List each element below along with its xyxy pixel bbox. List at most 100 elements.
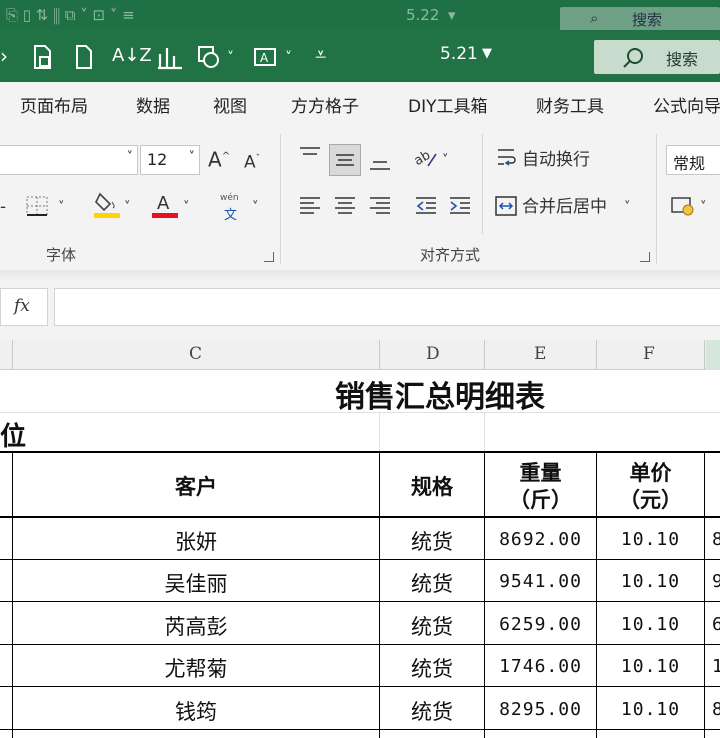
- header-weight-unit[interactable]: （斤）: [485, 484, 596, 514]
- chevron-down-icon[interactable]: ˅: [124, 198, 131, 218]
- header-price[interactable]: 单价: [597, 457, 704, 487]
- align-left-icon[interactable]: [298, 194, 322, 218]
- cell-customer[interactable]: 钱筠: [13, 696, 379, 726]
- sheet-title[interactable]: 销售汇总明细表: [260, 372, 620, 416]
- version-chevron-icon[interactable]: ▼: [482, 46, 492, 61]
- number-format-value: 常规: [673, 154, 706, 173]
- header-customer[interactable]: 客户: [13, 471, 379, 501]
- chevron-down-icon[interactable]: ˅: [58, 198, 65, 218]
- fill-color-icon[interactable]: [92, 190, 122, 220]
- orientation-icon[interactable]: ab: [412, 146, 440, 170]
- tab-page-layout[interactable]: 页面布局: [20, 92, 88, 117]
- arrow-icon[interactable]: ‐: [0, 197, 6, 217]
- chart-icon[interactable]: [156, 44, 184, 70]
- increase-font-icon[interactable]: A^: [208, 147, 230, 170]
- cell-spec[interactable]: 统货: [380, 696, 484, 726]
- search-box[interactable]: 搜索: [594, 40, 720, 74]
- cell-weight[interactable]: 9541.00: [485, 571, 596, 592]
- new-file-icon[interactable]: [74, 44, 94, 70]
- tab-formula-wizard[interactable]: 公式向导: [653, 92, 720, 117]
- align-center-icon[interactable]: [333, 194, 357, 218]
- chevron-down-icon[interactable]: ˅: [700, 198, 707, 218]
- tab-fangfang[interactable]: 方方格子: [291, 92, 359, 117]
- tab-data[interactable]: 数据: [136, 92, 170, 117]
- cell-price[interactable]: 10.10: [597, 699, 704, 720]
- cell-spec[interactable]: 统货: [380, 526, 484, 556]
- number-format-combo[interactable]: 常规: [666, 145, 720, 175]
- chevron-down-icon[interactable]: ˅: [442, 151, 449, 171]
- borders-icon[interactable]: [24, 193, 52, 219]
- phonetic-label[interactable]: wén: [220, 193, 239, 203]
- cell-customer[interactable]: 尤帮菊: [13, 653, 379, 683]
- merge-center-icon[interactable]: [494, 194, 518, 218]
- wrap-text-label[interactable]: 自动换行: [522, 150, 590, 170]
- decrease-font-icon[interactable]: Aˇ: [244, 149, 260, 173]
- cell-spec[interactable]: 统货: [380, 611, 484, 641]
- header-price-unit[interactable]: （元）: [597, 484, 704, 514]
- align-bottom-icon[interactable]: [368, 150, 392, 174]
- text-box-icon[interactable]: A: [252, 44, 280, 70]
- chevron-down-icon[interactable]: ˅: [285, 48, 292, 68]
- header-spec[interactable]: 规格: [380, 471, 484, 501]
- chevron-down-icon[interactable]: ˅: [127, 150, 134, 165]
- cell-customer[interactable]: 芮高彭: [13, 611, 379, 641]
- unit-label[interactable]: 位: [0, 416, 26, 453]
- decrease-indent-icon[interactable]: [414, 194, 438, 218]
- cell-amount-partial[interactable]: 9: [712, 571, 720, 592]
- table-border: [0, 644, 720, 645]
- cell-amount-partial[interactable]: 1: [712, 656, 720, 677]
- worksheet[interactable]: 销售汇总明细表 位 客户 规格 重量 （斤） 单价 （元） 张妍 统货 8692…: [0, 370, 720, 738]
- cell-spec[interactable]: 统货: [380, 653, 484, 683]
- font-name-combo[interactable]: ˅: [0, 145, 138, 175]
- cell-price[interactable]: 10.10: [597, 614, 704, 635]
- chevron-down-icon[interactable]: ˅: [189, 150, 196, 165]
- tab-finance-tools[interactable]: 财务工具: [536, 92, 604, 117]
- save-as-icon[interactable]: [32, 44, 54, 70]
- cell-amount-partial[interactable]: 6: [712, 614, 720, 635]
- chevron-down-icon[interactable]: ˅: [624, 198, 631, 218]
- column-divider: [12, 340, 13, 370]
- font-size-combo[interactable]: 12 ˅: [140, 145, 200, 175]
- cell-weight[interactable]: 8692.00: [485, 529, 596, 550]
- cell-amount-partial[interactable]: 8: [712, 699, 720, 720]
- cell-price[interactable]: 10.10: [597, 529, 704, 550]
- align-top-icon[interactable]: [298, 144, 322, 168]
- column-header-g[interactable]: [706, 340, 720, 370]
- cell-weight[interactable]: 1746.00: [485, 656, 596, 677]
- chevron-down-icon[interactable]: ˅: [252, 198, 259, 218]
- customize-qat-icon[interactable]: ⩡: [315, 44, 326, 64]
- formula-input[interactable]: [54, 288, 720, 326]
- font-dialog-launcher-icon[interactable]: [264, 252, 274, 262]
- table-border: [0, 451, 720, 453]
- font-color-icon[interactable]: A: [150, 190, 180, 220]
- header-weight[interactable]: 重量: [485, 457, 596, 487]
- align-right-icon[interactable]: [368, 194, 392, 218]
- tab-view[interactable]: 视图: [213, 92, 247, 117]
- accounting-format-icon[interactable]: [670, 194, 696, 218]
- cell-customer[interactable]: 张妍: [13, 526, 379, 556]
- column-header-c[interactable]: C: [189, 344, 202, 364]
- align-dialog-launcher-icon[interactable]: [640, 252, 650, 262]
- cell-price[interactable]: 10.10: [597, 656, 704, 677]
- chevron-left-icon[interactable]: ›: [0, 46, 8, 66]
- column-header-f[interactable]: F: [643, 344, 655, 364]
- cell-customer[interactable]: 吴佳丽: [13, 568, 379, 598]
- cell-price[interactable]: 10.10: [597, 571, 704, 592]
- cell-weight[interactable]: 6259.00: [485, 614, 596, 635]
- cell-amount-partial[interactable]: 8: [712, 529, 720, 550]
- merge-center-label[interactable]: 合并后居中: [522, 197, 607, 217]
- column-header-d[interactable]: D: [426, 344, 440, 364]
- increase-indent-icon[interactable]: [448, 194, 472, 218]
- shapes-icon[interactable]: [196, 44, 222, 70]
- align-middle-button[interactable]: [329, 144, 361, 176]
- phonetic-char[interactable]: 文: [224, 204, 237, 223]
- insert-function-button[interactable]: fx: [0, 288, 48, 326]
- column-header-e[interactable]: E: [534, 344, 546, 364]
- cell-spec[interactable]: 统货: [380, 568, 484, 598]
- chevron-down-icon[interactable]: ˅: [227, 48, 234, 68]
- chevron-down-icon[interactable]: ˅: [183, 198, 190, 218]
- wrap-text-icon[interactable]: [496, 146, 518, 170]
- cell-weight[interactable]: 8295.00: [485, 699, 596, 720]
- sort-az-icon[interactable]: A↓Z: [112, 46, 152, 66]
- tab-diy-toolbox[interactable]: DIY工具箱: [408, 92, 488, 117]
